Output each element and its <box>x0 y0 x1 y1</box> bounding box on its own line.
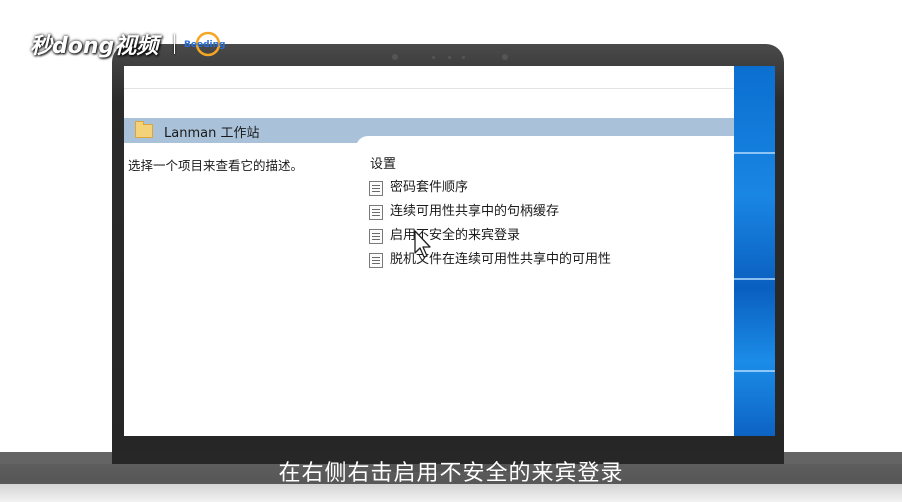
setting-item-handle-caching[interactable]: 连续可用性共享中的句柄缓存 <box>368 202 611 226</box>
desktop-light-ray <box>734 152 775 154</box>
description-text: 选择一个项目来查看它的描述。 <box>128 158 304 173</box>
desktop-background <box>734 66 775 436</box>
laptop-screen: Lanman 工作站 选择一个项目来查看它的描述。 设置 密码套件顺序 连续可用… <box>124 66 775 436</box>
settings-column-header[interactable]: 设置 <box>370 153 396 172</box>
sensor-dot <box>392 54 398 60</box>
sensor-dot <box>432 56 435 59</box>
partner-logo: Beeding <box>184 31 225 57</box>
desktop-light-ray <box>734 370 775 372</box>
window-toolbar-area <box>124 66 734 119</box>
subtitle-text: 在右侧右击启用不安全的来宾登录 <box>278 461 624 486</box>
folder-icon <box>135 121 153 138</box>
mouse-cursor-icon <box>414 230 431 258</box>
setting-label: 连续可用性共享中的句柄缓存 <box>390 204 560 219</box>
setting-label: 启用不安全的来宾登录 <box>390 228 521 243</box>
setting-item-offline-files-availability[interactable]: 脱机文件在连续可用性共享中的可用性 <box>368 250 611 274</box>
policy-setting-icon <box>369 205 383 220</box>
path-title: Lanman 工作站 <box>164 126 260 141</box>
logo-divider <box>174 34 175 54</box>
settings-list: 密码套件顺序 连续可用性共享中的句柄缓存 启用不安全的来宾登录 脱机文件在连续可… <box>368 178 611 274</box>
svg-text:Beeding: Beeding <box>184 40 225 50</box>
sensor-dot <box>448 56 451 59</box>
policy-setting-icon <box>369 253 383 268</box>
policy-setting-icon <box>369 181 383 196</box>
desktop-light-ray <box>734 278 775 280</box>
settings-pane-tab <box>356 136 734 150</box>
setting-item-insecure-guest-logon[interactable]: 启用不安全的来宾登录 <box>368 226 611 250</box>
setting-item-cipher-suite-order[interactable]: 密码套件顺序 <box>368 178 611 202</box>
video-frame: Lanman 工作站 选择一个项目来查看它的描述。 设置 密码套件顺序 连续可用… <box>0 0 902 502</box>
setting-label: 密码套件顺序 <box>390 180 469 195</box>
policy-setting-icon <box>369 229 383 244</box>
brand-logo: 秒dong视频 <box>30 34 159 59</box>
camera-icon <box>462 56 465 59</box>
sensor-dot <box>502 54 508 60</box>
toolbar-divider <box>124 88 734 89</box>
